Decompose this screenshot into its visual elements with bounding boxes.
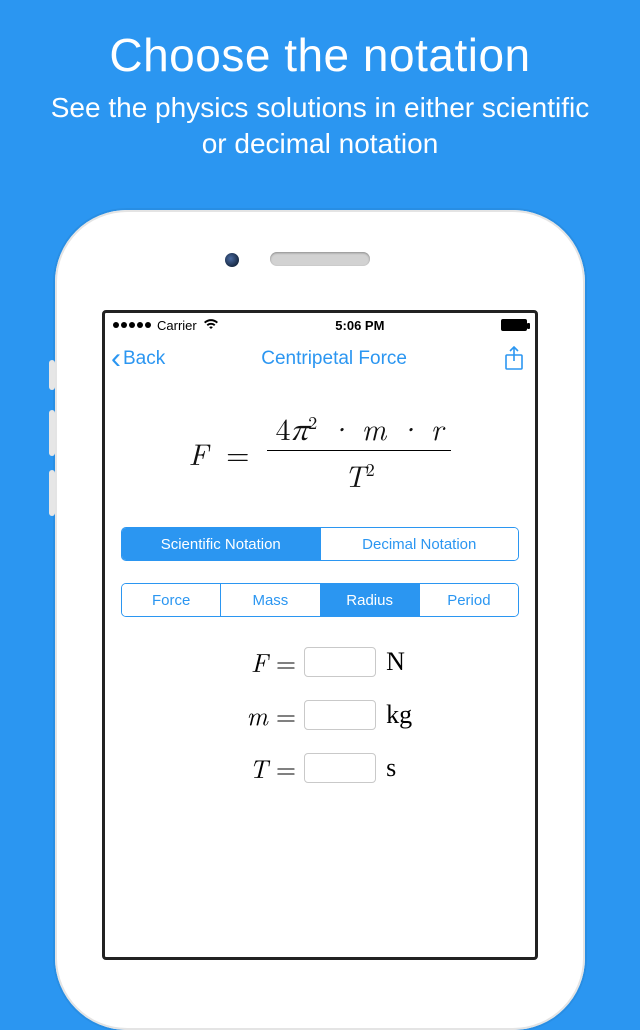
- unit-label: s: [376, 753, 416, 783]
- share-icon: [503, 346, 525, 372]
- notation-tab-decimal-notation[interactable]: Decimal Notation: [320, 528, 519, 560]
- equals-label: =: [268, 749, 304, 786]
- carrier-label: Carrier: [157, 318, 197, 333]
- equals-label: =: [268, 643, 304, 680]
- phone-side-button: [49, 360, 55, 390]
- formula-numerator: 4π2 · m · r: [267, 405, 451, 451]
- phone-side-button: [49, 410, 55, 456]
- phone-side-button: [49, 470, 55, 516]
- formula-display: F = 4π2 · m · r T2: [105, 381, 535, 517]
- status-bar: Carrier 5:06 PM: [105, 313, 535, 337]
- variable-tab-force[interactable]: Force: [122, 584, 220, 616]
- promo-title: Choose the notation: [0, 0, 640, 82]
- unit-label: kg: [376, 700, 416, 730]
- input-row: m= kg: [224, 696, 416, 733]
- input-row: F= N: [224, 643, 416, 680]
- variable-tab-period[interactable]: Period: [419, 584, 518, 616]
- promo-subtitle: See the physics solutions in either scie…: [0, 82, 640, 163]
- phone-speaker: [270, 252, 370, 266]
- notation-segmented-control: Scientific NotationDecimal Notation: [121, 527, 519, 561]
- chevron-left-icon: ‹: [111, 348, 121, 370]
- formula-denominator: T2: [267, 451, 451, 499]
- wifi-icon: [203, 317, 219, 333]
- phone-screen: Carrier 5:06 PM ‹ Back Centripetal Force: [102, 310, 538, 960]
- input-rows: F=Nm=kgT=s: [105, 643, 535, 786]
- variable-label: F: [224, 643, 268, 680]
- value-input[interactable]: [304, 647, 376, 677]
- value-input[interactable]: [304, 753, 376, 783]
- status-time: 5:06 PM: [335, 318, 384, 333]
- variable-tab-radius[interactable]: Radius: [320, 584, 419, 616]
- navigation-bar: ‹ Back Centripetal Force: [105, 337, 535, 381]
- signal-dots-icon: [113, 322, 151, 328]
- phone-camera: [225, 253, 239, 267]
- equals-label: =: [268, 696, 304, 733]
- phone-mock: Carrier 5:06 PM ‹ Back Centripetal Force: [55, 210, 585, 1030]
- unit-label: N: [376, 647, 416, 677]
- battery-icon: [501, 319, 527, 331]
- variable-label: m: [224, 696, 268, 733]
- share-button[interactable]: [503, 346, 525, 372]
- input-row: T= s: [224, 749, 416, 786]
- variable-segmented-control: ForceMassRadiusPeriod: [121, 583, 519, 617]
- variable-tab-mass[interactable]: Mass: [220, 584, 319, 616]
- notation-tab-scientific-notation[interactable]: Scientific Notation: [122, 528, 320, 560]
- formula-lhs: F: [189, 431, 209, 474]
- back-button[interactable]: ‹ Back: [111, 348, 165, 370]
- value-input[interactable]: [304, 700, 376, 730]
- page-title: Centripetal Force: [261, 348, 407, 370]
- back-label: Back: [123, 348, 165, 370]
- variable-label: T: [224, 749, 268, 786]
